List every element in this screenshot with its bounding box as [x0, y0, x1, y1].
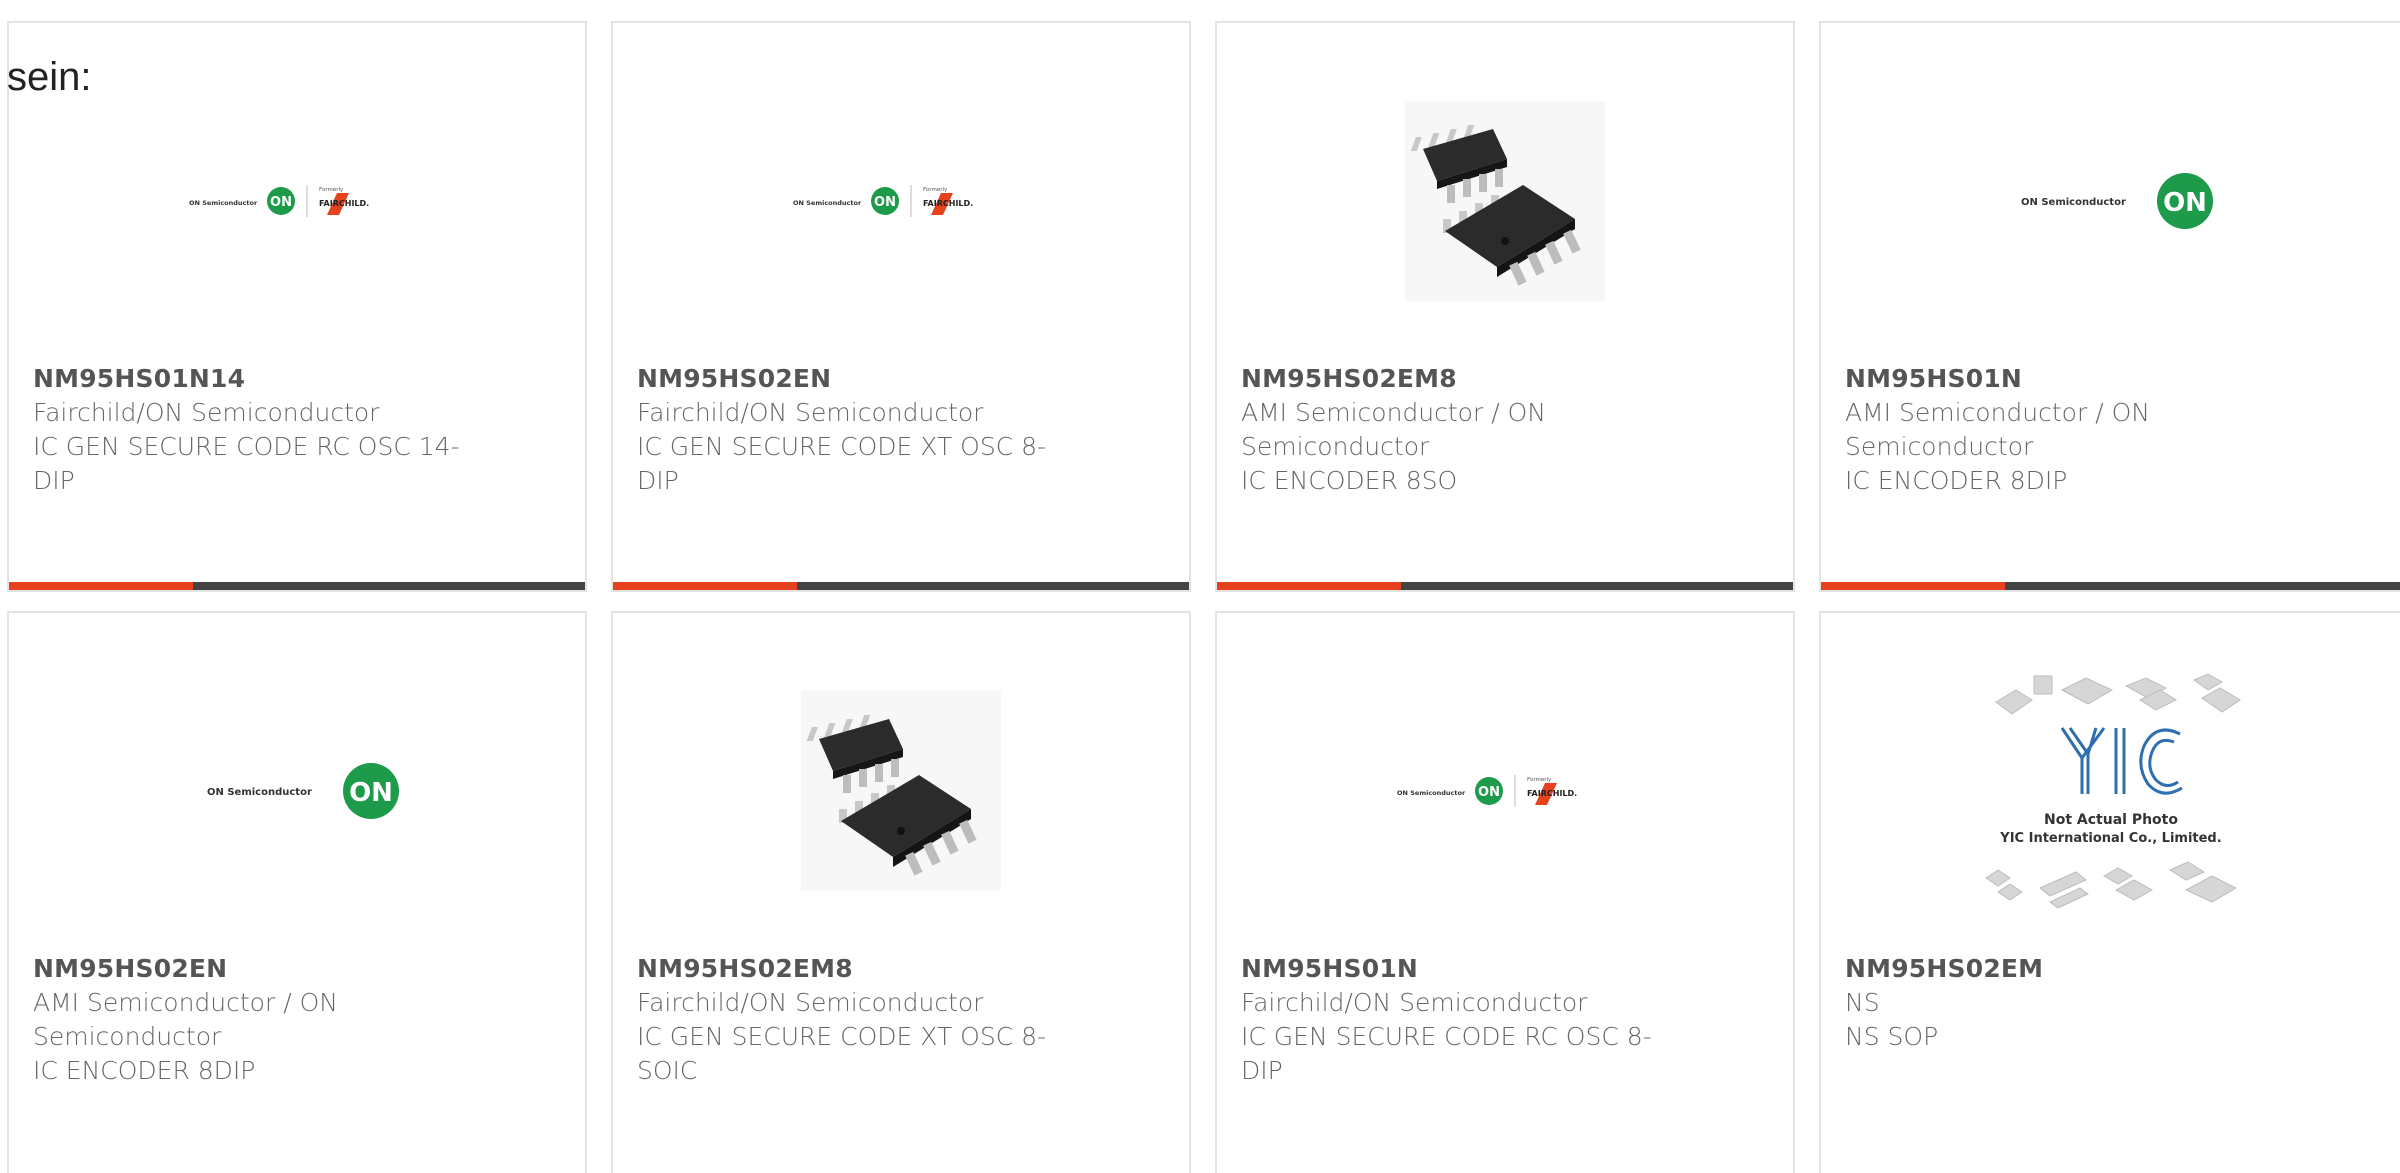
manufacturer: AMI Semiconductor / ON Semiconductor — [33, 988, 338, 1051]
card-bar-accent — [1821, 582, 2005, 590]
part-number[interactable]: NM95HS02EM — [1845, 952, 2290, 986]
soic-chip-photo — [1405, 101, 1605, 301]
svg-text:Not Actual Photo: Not Actual Photo — [2044, 812, 2178, 828]
product-card[interactable]: ON Semiconductor ON NM95HS02EN AMI Semic… — [7, 611, 587, 1173]
card-bar-accent — [1217, 582, 1401, 590]
manufacturer: Fairchild/ON Semiconductor — [637, 398, 984, 427]
card-bottom-bar — [1217, 582, 1793, 590]
description: NS SOP — [1845, 1022, 1939, 1051]
manufacturer: AMI Semiconductor / ON Semiconductor — [1845, 398, 2150, 461]
on-fairchild-logo: ON Semiconductor ON Formerly FAIRCHILD. — [1397, 775, 1577, 807]
description: IC ENCODER 8DIP — [1845, 466, 2068, 495]
description: IC GEN SECURE CODE XT OSC 8-DIP — [637, 432, 1047, 495]
product-image[interactable] — [613, 681, 1189, 901]
description: IC GEN SECURE CODE RC OSC 8-DIP — [1241, 1022, 1652, 1085]
product-info: NM95HS01N Fairchild/ON Semiconductor IC … — [1241, 952, 1683, 1088]
part-number[interactable]: NM95HS02EM8 — [637, 952, 1079, 986]
product-image[interactable]: ON Semiconductor ON Formerly FAIRCHILD. — [1217, 681, 1793, 901]
svg-text:ON Semiconductor: ON Semiconductor — [1397, 789, 1466, 797]
svg-text:ON: ON — [270, 195, 292, 210]
on-logo: ON Semiconductor ON — [207, 763, 399, 819]
part-number[interactable]: NM95HS01N — [1241, 952, 1683, 986]
description: IC GEN SECURE CODE XT OSC 8-SOIC — [637, 1022, 1047, 1085]
svg-text:FAIRCHILD.: FAIRCHILD. — [923, 199, 973, 208]
product-info: NM95HS01N14 Fairchild/ON Semiconductor I… — [33, 362, 475, 498]
product-info: NM95HS01N AMI Semiconductor / ON Semicon… — [1845, 362, 2290, 498]
manufacturer: Fairchild/ON Semiconductor — [1241, 988, 1588, 1017]
description: IC ENCODER 8DIP — [33, 1056, 256, 1085]
product-info: NM95HS02EN Fairchild/ON Semiconductor IC… — [637, 362, 1079, 498]
svg-text:ON Semiconductor: ON Semiconductor — [207, 787, 312, 798]
svg-text:ON Semiconductor: ON Semiconductor — [189, 199, 258, 207]
on-logo: ON Semiconductor ON — [2021, 173, 2213, 229]
product-card[interactable]: NM95HS02EM8 Fairchild/ON Semiconductor I… — [611, 611, 1191, 1173]
svg-text:YIC International Co., Limited: YIC International Co., Limited. — [1999, 831, 2221, 846]
card-bar-accent — [9, 582, 193, 590]
product-card[interactable]: ON Semiconductor ON Formerly FAIRCHILD. … — [1215, 611, 1795, 1173]
part-number[interactable]: NM95HS01N14 — [33, 362, 475, 396]
part-number[interactable]: NM95HS01N — [1845, 362, 2290, 396]
product-image[interactable]: ON Semiconductor ON — [9, 681, 585, 901]
svg-text:ON: ON — [349, 778, 393, 808]
product-image[interactable]: ON Semiconductor ON Formerly FAIRCHILD. — [9, 91, 585, 311]
card-bar-accent — [613, 582, 797, 590]
product-info: NM95HS02EN AMI Semiconductor / ON Semico… — [33, 952, 475, 1088]
part-number[interactable]: NM95HS02EN — [637, 362, 1079, 396]
svg-text:ON: ON — [2163, 188, 2207, 218]
manufacturer: NS — [1845, 988, 1880, 1017]
card-bottom-bar — [613, 582, 1189, 590]
product-info: NM95HS02EM8 Fairchild/ON Semiconductor I… — [637, 952, 1079, 1088]
svg-text:ON Semiconductor: ON Semiconductor — [2021, 197, 2126, 208]
card-bottom-bar — [9, 582, 585, 590]
description: IC GEN SECURE CODE RC OSC 14-DIP — [33, 432, 460, 495]
svg-text:Formerly: Formerly — [923, 187, 948, 193]
product-info: NM95HS02EM8 AMI Semiconductor / ON Semic… — [1241, 362, 1683, 498]
svg-text:Formerly: Formerly — [1527, 777, 1552, 783]
svg-text:Formerly: Formerly — [319, 187, 344, 193]
svg-text:FAIRCHILD.: FAIRCHILD. — [319, 199, 369, 208]
on-fairchild-logo: ON Semiconductor ON Formerly FAIRCHILD. — [189, 185, 369, 217]
svg-text:ON Semiconductor: ON Semiconductor — [793, 199, 862, 207]
svg-text:ON: ON — [1478, 785, 1500, 800]
page-label: sein: — [7, 55, 92, 99]
manufacturer: Fairchild/ON Semiconductor — [637, 988, 984, 1017]
soic-chip-photo — [801, 691, 1001, 891]
product-card[interactable]: Not Actual Photo YIC International Co., … — [1819, 611, 2400, 1173]
part-number[interactable]: NM95HS02EM8 — [1241, 362, 1683, 396]
product-image[interactable]: ON Semiconductor ON Formerly FAIRCHILD. — [613, 91, 1189, 311]
card-bottom-bar — [1821, 582, 2400, 590]
description: IC ENCODER 8SO — [1241, 466, 1458, 495]
svg-text:FAIRCHILD.: FAIRCHILD. — [1527, 789, 1577, 798]
part-number[interactable]: NM95HS02EN — [33, 952, 475, 986]
product-card[interactable]: ON Semiconductor ON Formerly FAIRCHILD. … — [7, 21, 587, 592]
yic-placeholder-image: Not Actual Photo YIC International Co., … — [1984, 673, 2241, 909]
manufacturer: Fairchild/ON Semiconductor — [33, 398, 380, 427]
product-image[interactable]: ON Semiconductor ON — [1821, 91, 2400, 311]
svg-text:ON: ON — [874, 195, 896, 210]
product-card[interactable]: ON Semiconductor ON Formerly FAIRCHILD. … — [611, 21, 1191, 592]
product-card[interactable]: NM95HS02EM8 AMI Semiconductor / ON Semic… — [1215, 21, 1795, 592]
product-image[interactable] — [1217, 91, 1793, 311]
on-fairchild-logo: ON Semiconductor ON Formerly FAIRCHILD. — [793, 185, 973, 217]
product-info: NM95HS02EM NS NS SOP — [1845, 952, 2290, 1054]
manufacturer: AMI Semiconductor / ON Semiconductor — [1241, 398, 1546, 461]
product-image[interactable]: Not Actual Photo YIC International Co., … — [1821, 673, 2400, 909]
product-card[interactable]: ON Semiconductor ON NM95HS01N AMI Semico… — [1819, 21, 2400, 592]
